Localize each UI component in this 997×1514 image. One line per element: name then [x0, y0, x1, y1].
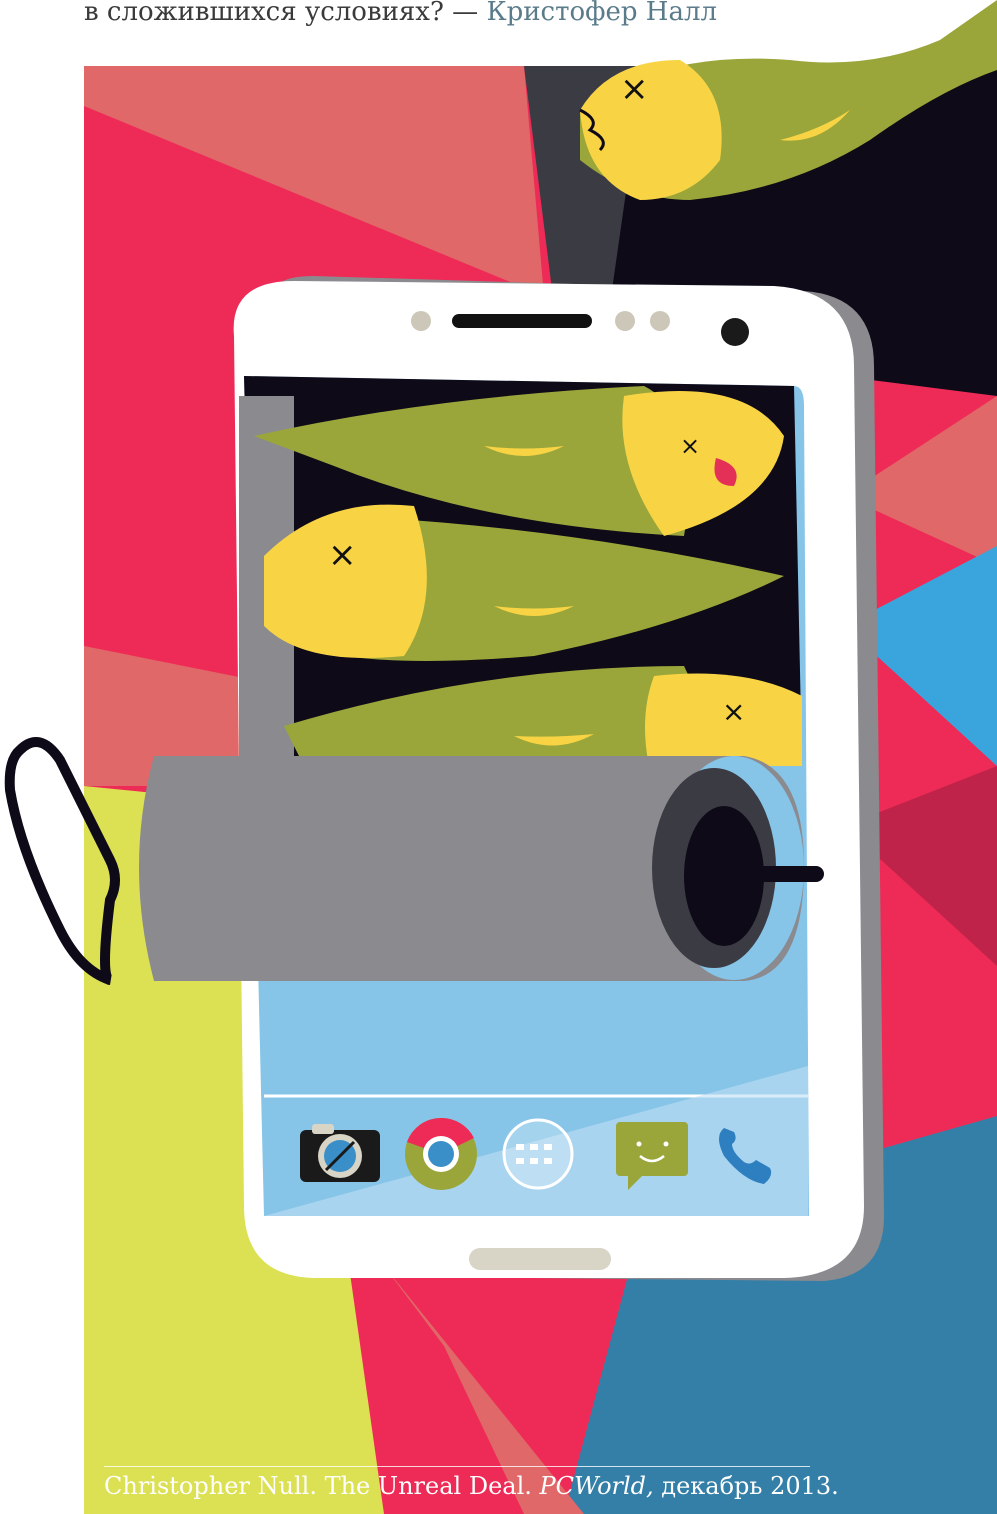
home-button	[469, 1248, 611, 1270]
image-caption: Christopher Null. The Unreal Deal. PCWor…	[104, 1472, 839, 1500]
svg-text:×: ×	[620, 69, 649, 109]
phone-sensor	[650, 311, 670, 331]
svg-text:×: ×	[680, 432, 700, 460]
phone-sardine-illustration: × × ×	[84, 66, 997, 1514]
caption-author: Christopher Null. The Unreal Deal.	[104, 1472, 540, 1500]
caption-date: декабрь 2013.	[653, 1472, 839, 1500]
phone-earpiece	[452, 314, 592, 328]
rolled-lid	[139, 756, 824, 981]
caption-publication: PCWorld,	[539, 1472, 654, 1500]
camera-icon	[300, 1124, 380, 1182]
caption-rule	[104, 1466, 810, 1467]
apps-grid-icon	[502, 1118, 574, 1190]
fish-leaping: ×	[579, 0, 997, 200]
svg-text:×: ×	[328, 535, 357, 575]
front-camera-icon	[721, 318, 749, 346]
phone-sensor	[615, 311, 635, 331]
tin-key-icon	[4, 737, 120, 985]
chrome-icon	[405, 1117, 477, 1190]
svg-text:×: ×	[722, 695, 745, 728]
phone-sensor	[411, 311, 431, 331]
quote-text: в сложившихся условиях? —	[84, 0, 487, 27]
